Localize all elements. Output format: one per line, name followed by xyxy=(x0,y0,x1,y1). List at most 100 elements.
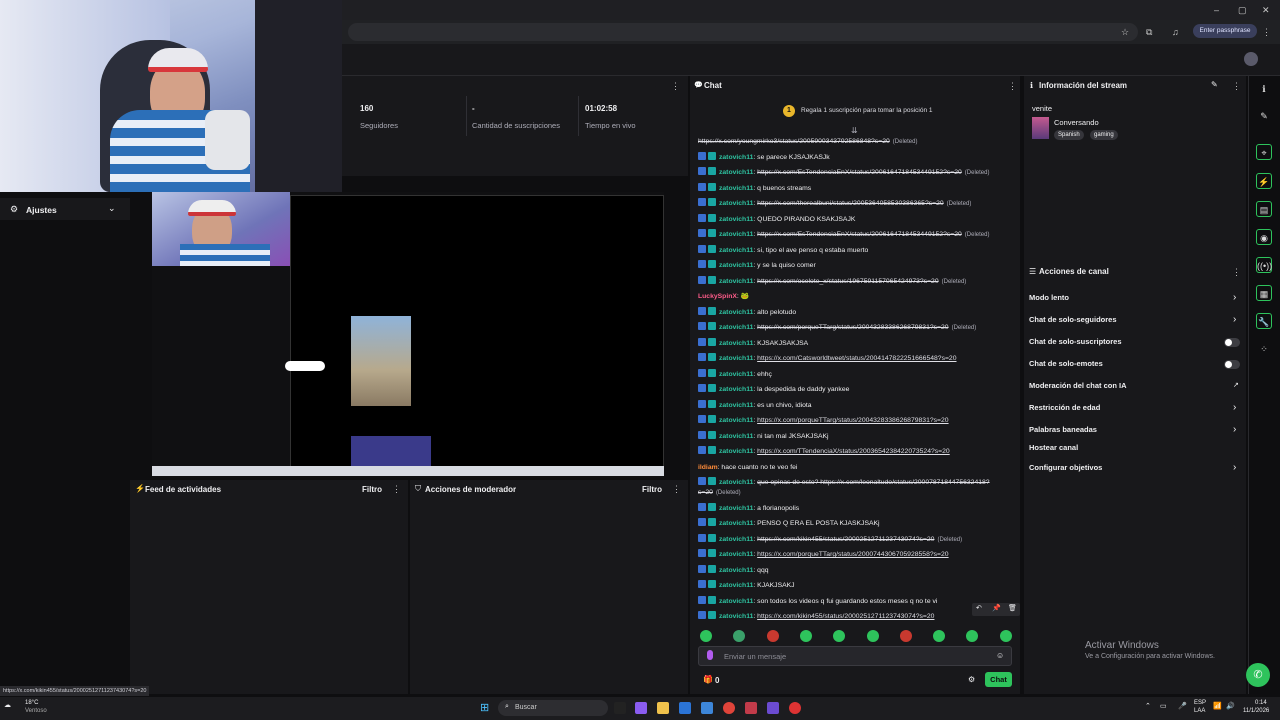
chat-username[interactable]: zatovich11 xyxy=(719,536,753,543)
chevron-right-icon[interactable]: › xyxy=(1233,462,1236,473)
chat-username[interactable]: zatovich11 xyxy=(719,448,753,455)
toggle-switch[interactable] xyxy=(1224,338,1240,347)
chat-message[interactable]: zatovich11: KJSAKJSAKJSA xyxy=(698,337,808,350)
lightning-icon[interactable]: ⚡ xyxy=(1256,173,1272,189)
chat-message[interactable]: zatovich11: https://x.com/porqueTTarg/st… xyxy=(698,415,949,427)
chat-menu-icon[interactable]: ⋮ xyxy=(1008,80,1017,92)
chat-username[interactable]: zatovich11 xyxy=(719,169,753,176)
settings-header[interactable]: ⚙ Ajustes ⌄ xyxy=(0,198,130,220)
channel-action-item[interactable]: Hostear canal xyxy=(1029,441,1078,455)
emote-icon[interactable] xyxy=(999,630,1012,642)
chat-username[interactable]: zatovich11 xyxy=(719,340,753,347)
chevron-right-icon[interactable]: › xyxy=(1233,402,1236,413)
emote-icon[interactable] xyxy=(899,630,912,642)
chat-username[interactable]: LuckySpinX xyxy=(698,293,737,300)
chat-message[interactable]: zatovich11: q buenos streams xyxy=(698,182,811,195)
pin-icon[interactable]: 📌 xyxy=(992,604,1001,612)
chat-username[interactable]: zatovich11 xyxy=(719,598,753,605)
chat-username[interactable]: zatovich11 xyxy=(719,231,753,238)
chat-message[interactable]: zatovich11: y se la quiso comer xyxy=(698,260,816,272)
feed-menu-icon[interactable]: ⋮ xyxy=(392,483,401,495)
chat-icon[interactable]: ◉ xyxy=(1256,229,1272,245)
close-icon[interactable]: ✕ xyxy=(1262,4,1270,16)
stream-tag[interactable]: gaming xyxy=(1090,130,1118,140)
chat-message[interactable]: zatovich11: que opinas de esto? https://… xyxy=(698,477,998,499)
stats-menu-icon[interactable]: ⋮ xyxy=(671,80,680,92)
chat-message[interactable]: zatovich11: https://x.com/EsTendenciaEnX… xyxy=(698,229,989,241)
mic-icon[interactable] xyxy=(707,650,713,660)
clock-date[interactable]: 11/1/2026 xyxy=(1243,708,1269,714)
chat-message[interactable]: zatovich11: https://x.com/porqueTTarg/st… xyxy=(698,322,976,334)
stream-category[interactable]: Conversando xyxy=(1054,118,1099,127)
chat-username[interactable]: zatovich11 xyxy=(719,247,753,254)
channel-action-item[interactable]: Palabras baneadas xyxy=(1029,423,1097,437)
chat-username[interactable]: zatovich11 xyxy=(719,371,753,378)
chat-username[interactable]: zatovich11 xyxy=(719,309,753,316)
chat-username[interactable]: zatovich11 xyxy=(719,154,753,161)
obs-icon[interactable] xyxy=(789,702,801,714)
chat-settings-icon[interactable]: ⚙ xyxy=(968,675,975,684)
chat-username[interactable]: zatovich11 xyxy=(719,324,753,331)
actions-menu-icon[interactable]: ⋮ xyxy=(1232,266,1241,278)
panels-icon[interactable]: ▦ xyxy=(1256,285,1272,301)
chat-message[interactable]: zatovich11: https://x.com/Catsworldtweet… xyxy=(698,353,957,365)
chat-username[interactable]: zatovich11 xyxy=(719,505,753,512)
chat-username[interactable]: zatovich11 xyxy=(719,479,753,486)
chevron-right-icon[interactable]: › xyxy=(1233,314,1236,325)
tray-chevron-icon[interactable]: ⌃ xyxy=(1145,702,1151,710)
chat-message[interactable]: zatovich11: https://x.com/TTendenciaX/st… xyxy=(698,446,950,458)
chat-message[interactable]: zatovich11: https://x.com/EsTendenciaEnX… xyxy=(698,167,989,179)
volume-icon[interactable]: 🔊 xyxy=(1226,702,1235,710)
emote-icon[interactable] xyxy=(799,630,812,642)
gift-banner-text[interactable]: Regala 1 suscripción para tomar la posic… xyxy=(801,107,933,114)
stream-tag[interactable]: Spanish xyxy=(1054,130,1084,140)
channel-action-item[interactable]: Moderación del chat con IA xyxy=(1029,379,1127,393)
mod-menu-icon[interactable]: ⋮ xyxy=(672,483,681,495)
app-icon[interactable] xyxy=(745,702,757,714)
chat-username[interactable]: zatovich11 xyxy=(719,567,753,574)
chat-username[interactable]: zatovich11 xyxy=(719,200,753,207)
chat-message[interactable]: zatovich11: PENSO Q ERA EL POSTA KJASKJS… xyxy=(698,518,880,530)
lang-layout[interactable]: LAA xyxy=(1194,708,1205,714)
address-bar[interactable] xyxy=(348,23,1138,41)
menu-kebab-icon[interactable]: ⋮ xyxy=(1262,26,1271,38)
clock-time[interactable]: 0:14 xyxy=(1255,700,1267,706)
chat-message[interactable]: zatovich11: QUEDO PIRANDO KSAKJSAJK xyxy=(698,213,855,226)
store-icon[interactable] xyxy=(679,702,691,714)
chat-username[interactable]: ildiam xyxy=(698,464,718,471)
chat-username[interactable]: zatovich11 xyxy=(719,520,753,527)
chevrons-down-icon[interactable]: ⇊ xyxy=(851,126,858,135)
chat-username[interactable]: zatovich11 xyxy=(719,551,753,558)
chat-username[interactable]: zatovich11 xyxy=(719,417,753,424)
whatsapp-float-icon[interactable]: ✆ xyxy=(1246,663,1270,687)
copilot-icon[interactable] xyxy=(635,702,647,714)
chat-message[interactable]: zatovich11: si, tipo el ave penso q esta… xyxy=(698,244,868,257)
emote-icon[interactable] xyxy=(766,630,779,642)
chat-message[interactable]: zatovich11: ni tan mal JKSAKJSAKj xyxy=(698,430,829,443)
info-menu-icon[interactable]: ⋮ xyxy=(1232,80,1241,92)
chat-message[interactable]: zatovich11: alto pelotudo xyxy=(698,306,796,319)
chat-username[interactable]: zatovich11 xyxy=(719,402,753,409)
chat-username[interactable]: zatovich11 xyxy=(719,355,753,362)
chat-message[interactable]: zatovich11: a florianopolis xyxy=(698,502,799,515)
chrome-icon[interactable] xyxy=(723,702,735,714)
channel-action-item[interactable]: Chat de solo-seguidores xyxy=(1029,313,1117,327)
mic-icon[interactable]: 🎤 xyxy=(1178,702,1187,710)
avatar[interactable] xyxy=(1244,52,1258,66)
channel-action-item[interactable]: Modo lento xyxy=(1029,291,1069,305)
chat-message[interactable]: zatovich11: KJAKJSAKJ xyxy=(698,580,795,592)
chat-message[interactable]: zatovich11: https://x.com/ocelote_x/stat… xyxy=(698,275,966,288)
external-link-icon[interactable]: ↗ xyxy=(1233,381,1239,389)
bookmark-star-icon[interactable]: ☆ xyxy=(1121,26,1129,38)
chat-message[interactable]: zatovich11: se parece KJSAJKASJk xyxy=(698,151,830,164)
taskview-icon[interactable] xyxy=(614,702,626,714)
chat-message[interactable]: zatovich11: ehhç xyxy=(698,368,772,381)
network-icon[interactable]: ▭ xyxy=(1160,702,1167,710)
passphrase-button[interactable]: Enter passphrase xyxy=(1193,24,1257,38)
info-icon[interactable]: ℹ xyxy=(1256,81,1272,97)
apps-icon[interactable]: ⁘ xyxy=(1256,341,1272,357)
broadcast-icon[interactable]: ((•)) xyxy=(1256,257,1272,273)
weather-temp[interactable]: 18°C xyxy=(25,700,38,706)
channel-action-item[interactable]: Chat de solo-suscriptores xyxy=(1029,335,1122,349)
toggle-switch[interactable] xyxy=(1224,360,1240,369)
